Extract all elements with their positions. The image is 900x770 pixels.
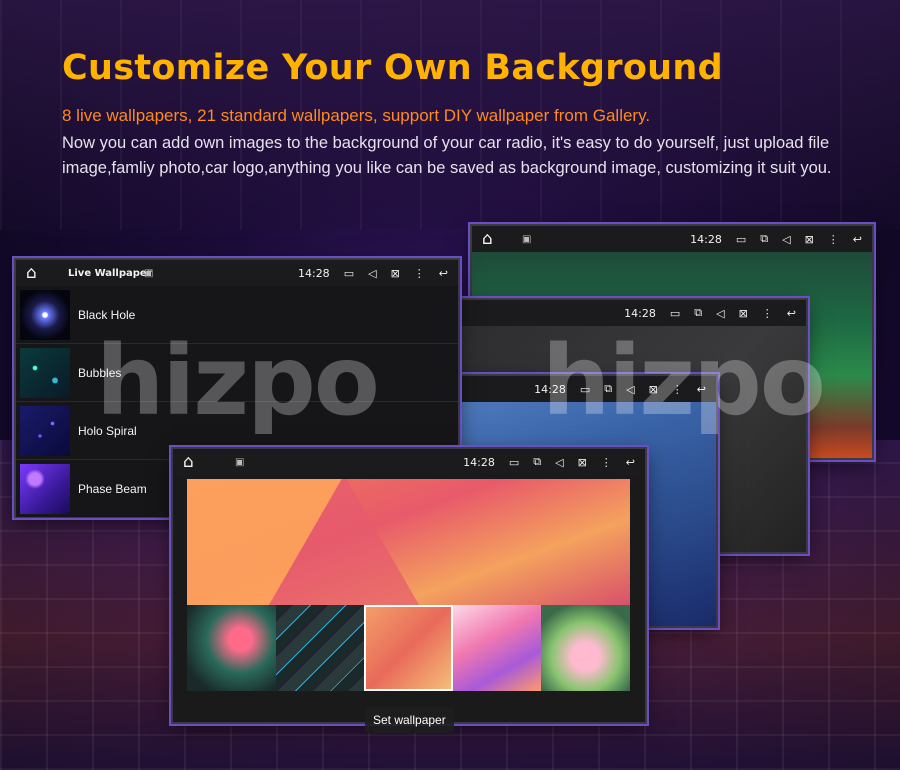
clock: 14:28	[297, 266, 330, 280]
radio-icon[interactable]: ▭	[509, 456, 519, 469]
wallpaper-picker-panel: ⌂ ▣ 14:28 ▭ ⧉ ◁ ⊠ ⋮ ↩ Set wallpaper	[173, 449, 645, 733]
wallpaper-thumbnail[interactable]	[452, 605, 542, 691]
home-icon[interactable]: ⌂	[482, 229, 493, 249]
close-box-icon[interactable]: ⊠	[578, 456, 587, 469]
holo-spiral-thumbnail	[20, 405, 70, 456]
live-wallpaper-title: Live Wallpaper	[68, 267, 152, 279]
status-bar: ⌂ Live Wallpaper ▣ 14:28 ▭ ◁ ⊠ ⋮ ↩	[16, 260, 458, 286]
clock: 14:28	[624, 306, 656, 320]
back-icon[interactable]: ↩	[787, 307, 796, 320]
cast-icon[interactable]: ⧉	[694, 306, 702, 320]
home-icon[interactable]: ⌂	[26, 263, 37, 283]
wallpaper-thumbnail[interactable]	[275, 605, 365, 691]
close-box-icon[interactable]: ⊠	[805, 233, 814, 246]
list-item-label: Black Hole	[78, 307, 136, 322]
radio-icon[interactable]: ▭	[670, 307, 680, 320]
status-bar: ⌂ ▣ 14:28 ▭ ⧉ ◁ ⊠ ⋮ ↩	[173, 449, 645, 475]
volume-icon[interactable]: ◁	[555, 456, 563, 469]
page-description: Now you can add own images to the backgr…	[62, 134, 832, 177]
phase-beam-thumbnail	[20, 463, 70, 514]
more-icon[interactable]: ⋮	[762, 307, 773, 320]
wallpaper-thumbnail-strip	[187, 605, 630, 691]
more-icon[interactable]: ⋮	[601, 456, 612, 469]
back-icon[interactable]: ↩	[626, 456, 635, 469]
page-title: Customize Your Own Background	[62, 48, 723, 88]
watermark-right: hizpo	[542, 325, 826, 437]
set-wallpaper-button[interactable]: Set wallpaper	[365, 707, 454, 733]
wallpaper-picker-screen: Set wallpaper	[173, 475, 645, 733]
wallpaper-thumbnail[interactable]	[187, 605, 276, 691]
image-icon: ▣	[235, 457, 245, 468]
black-hole-thumbnail	[20, 289, 70, 340]
cast-icon[interactable]: ⧉	[760, 232, 768, 246]
wallpaper-thumbnail[interactable]	[364, 605, 453, 691]
selected-wallpaper-preview	[187, 479, 630, 605]
clock: 14:28	[690, 232, 722, 246]
volume-icon[interactable]: ◁	[782, 233, 790, 246]
bubbles-thumbnail	[20, 347, 70, 398]
home-icon[interactable]: ⌂	[183, 452, 194, 472]
wallpaper-thumbnail[interactable]	[541, 605, 630, 691]
close-box-icon[interactable]: ⊠	[739, 307, 748, 320]
list-item-label: Phase Beam	[78, 481, 147, 496]
close-box-icon[interactable]: ⊠	[391, 267, 400, 280]
radio-icon[interactable]: ▭	[344, 267, 354, 280]
status-bar: ⌂ ▣ 14:28 ▭ ⧉ ◁ ⊠ ⋮ ↩	[472, 226, 872, 252]
cast-icon[interactable]: ⧉	[533, 455, 541, 469]
back-icon[interactable]: ↩	[439, 267, 448, 280]
more-icon[interactable]: ⋮	[828, 233, 839, 246]
clock: 14:28	[463, 455, 495, 469]
page-subtitle: 8 live wallpapers, 21 standard wallpaper…	[62, 106, 651, 125]
image-icon: ▣	[144, 268, 154, 279]
watermark-left: hizpo	[96, 325, 380, 437]
volume-icon[interactable]: ◁	[716, 307, 724, 320]
image-icon: ▣	[522, 234, 532, 245]
volume-icon[interactable]: ◁	[368, 267, 376, 280]
back-icon[interactable]: ↩	[853, 233, 862, 246]
more-icon[interactable]: ⋮	[414, 267, 425, 280]
radio-icon[interactable]: ▭	[736, 233, 746, 246]
